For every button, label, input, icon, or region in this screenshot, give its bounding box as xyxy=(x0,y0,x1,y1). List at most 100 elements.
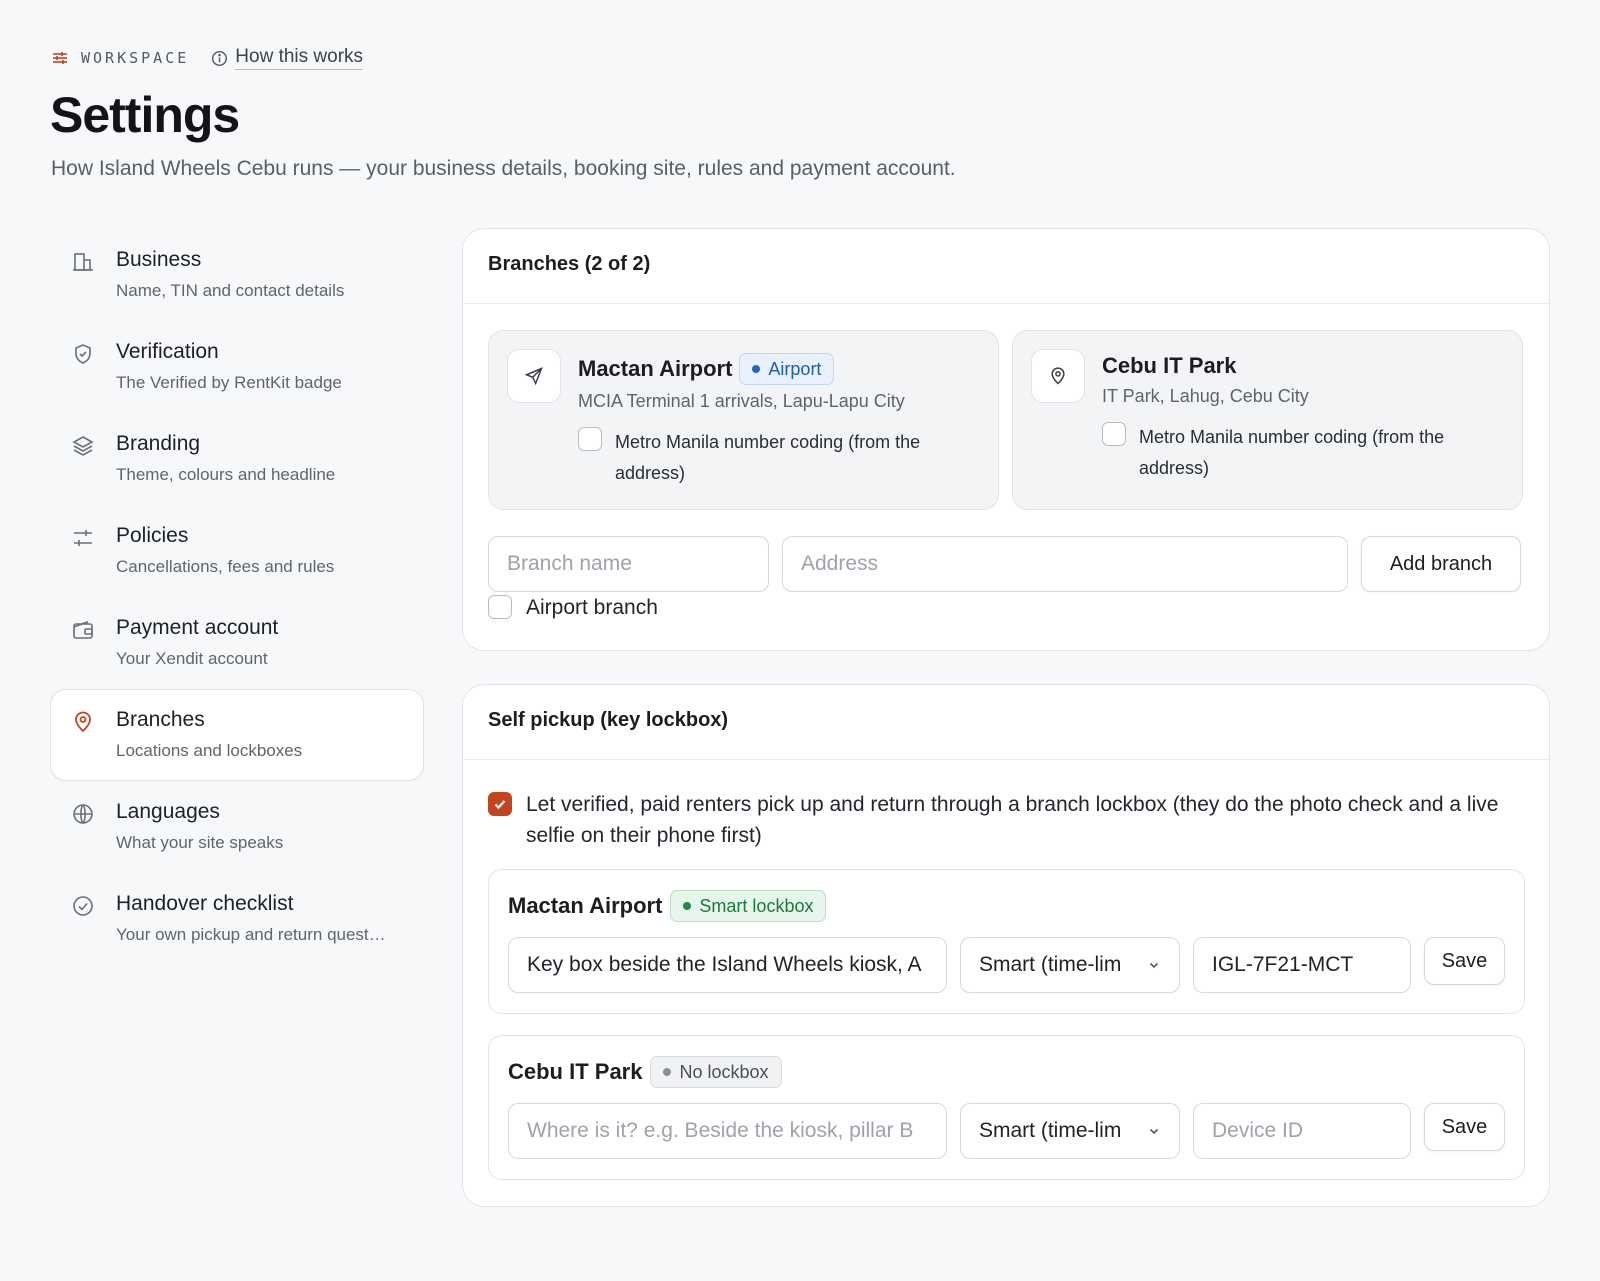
airport-branch-label: Airport branch xyxy=(526,596,658,619)
branches-heading: Branches (2 of 2) xyxy=(463,229,1549,304)
lockbox-type-value: Smart (time-lim xyxy=(979,1119,1122,1142)
sidebar-item-payment-account[interactable]: Payment account Your Xendit account xyxy=(50,597,424,689)
airport-badge: Airport xyxy=(739,353,835,385)
lockbox-branch-row: Cebu IT Park No lockbox xyxy=(508,1056,782,1088)
how-this-works-link[interactable]: How this works xyxy=(211,46,364,70)
badge-label: Smart lockbox xyxy=(699,895,814,916)
lockbox-branch-row: Mactan Airport Smart lockbox xyxy=(508,890,827,922)
lockbox-location-input[interactable]: Key box beside the Island Wheels kiosk, … xyxy=(508,937,947,993)
lockbox-branch-name: Cebu IT Park xyxy=(508,1059,643,1084)
chevron-down-icon xyxy=(1149,962,1159,969)
lockbox-status-badge: Smart lockbox xyxy=(670,890,827,922)
sidebar-item-title: Payment account xyxy=(116,616,279,639)
save-lockbox-button[interactable]: Save xyxy=(1424,1103,1505,1151)
branch-icon-box xyxy=(1031,349,1085,403)
add-branch-button[interactable]: Add branch xyxy=(1361,536,1521,592)
sidebar-item-desc: The Verified by RentKit badge xyxy=(116,373,342,392)
lockbox-type-select[interactable]: Smart (time-lim xyxy=(960,937,1180,993)
lockbox-type-value: Smart (time-lim xyxy=(979,953,1122,976)
lockbox-status-badge: No lockbox xyxy=(650,1056,782,1088)
branch-name-row: Mactan Airport Airport xyxy=(578,353,835,385)
lockbox-card-mactan-airport: Mactan Airport Smart lockbox Key box bes… xyxy=(488,869,1525,1014)
badge-dot xyxy=(683,902,692,910)
branch-address-input[interactable]: Address xyxy=(782,536,1348,592)
sidebar-item-desc: Theme, colours and headline xyxy=(116,465,336,484)
sidebar-item-desc: Cancellations, fees and rules xyxy=(116,557,335,576)
sidebar-item-title: Branches xyxy=(116,708,205,731)
page-subtitle: How Island Wheels Cebu runs — your busin… xyxy=(51,157,956,180)
lockbox-branch-name: Mactan Airport xyxy=(508,893,663,918)
badge-label: Airport xyxy=(768,358,822,379)
self-pickup-toggle[interactable]: Let verified, paid renters pick up and r… xyxy=(488,789,1528,851)
number-coding-checkbox[interactable] xyxy=(1102,422,1126,446)
lockbox-location-input[interactable]: Where is it? e.g. Beside the kiosk, pill… xyxy=(508,1103,947,1159)
sidebar-item-title: Languages xyxy=(116,800,220,823)
sidebar-item-desc: Locations and lockboxes xyxy=(116,741,303,760)
branch-icon-box xyxy=(507,349,561,403)
sidebar-item-desc: Name, TIN and contact details xyxy=(116,281,345,300)
map-pin-icon xyxy=(75,711,91,733)
sidebar-item-branding[interactable]: Branding Theme, colours and headline xyxy=(50,413,424,505)
sidebar-item-title: Policies xyxy=(116,524,189,547)
how-this-works-label: How this works xyxy=(235,46,364,70)
airport-branch-toggle[interactable]: Airport branch xyxy=(488,595,658,621)
sidebar-item-title: Verification xyxy=(116,340,219,363)
badge-dot xyxy=(663,1068,672,1076)
building-icon xyxy=(73,253,93,271)
lockbox-type-select[interactable]: Smart (time-lim xyxy=(960,1103,1180,1159)
wallet-icon xyxy=(73,620,93,639)
eyebrow-label: WORKSPACE xyxy=(81,49,190,67)
sidebar-item-desc: What your site speaks xyxy=(116,833,284,852)
sidebar-item-policies[interactable]: Policies Cancellations, fees and rules xyxy=(50,505,424,597)
sidebar-item-title: Handover checklist xyxy=(116,892,294,915)
check-circle-icon xyxy=(73,896,93,916)
badge-dot xyxy=(752,365,761,373)
number-coding-label: Metro Manila number coding (from the add… xyxy=(615,432,921,483)
airport-branch-checkbox[interactable] xyxy=(488,595,512,619)
sidebar-item-desc: Your Xendit account xyxy=(116,649,268,668)
globe-icon xyxy=(73,804,93,824)
badge-label: No lockbox xyxy=(679,1061,769,1082)
self-pickup-label: Let verified, paid renters pick up and r… xyxy=(526,793,1499,847)
lockbox-card-cebu-it-park: Cebu IT Park No lockbox Where is it? e.g… xyxy=(488,1035,1525,1180)
number-coding-toggle[interactable]: Metro Manila number coding (from the add… xyxy=(578,427,978,489)
workspace-eyebrow: WORKSPACE xyxy=(51,49,189,67)
save-lockbox-button[interactable]: Save xyxy=(1424,937,1505,985)
page-title: Settings xyxy=(50,87,240,143)
self-pickup-card: Self pickup (key lockbox) Let verified, … xyxy=(462,684,1550,1207)
sliders-icon xyxy=(53,52,67,64)
branch-address: MCIA Terminal 1 arrivals, Lapu-Lapu City xyxy=(578,391,905,411)
settings-sidebar: Business Name, TIN and contact details V… xyxy=(50,229,424,965)
branch-name-input[interactable]: Branch name xyxy=(488,536,769,592)
shield-check-icon xyxy=(75,344,91,364)
sidebar-item-branches[interactable]: Branches Locations and lockboxes xyxy=(50,689,424,781)
branch-address: IT Park, Lahug, Cebu City xyxy=(1102,386,1309,406)
layers-icon xyxy=(72,436,94,456)
number-coding-toggle[interactable]: Metro Manila number coding (from the add… xyxy=(1102,422,1502,484)
sidebar-item-languages[interactable]: Languages What your site speaks xyxy=(50,781,424,873)
branch-tile-mactan-airport: Mactan Airport Airport MCIA Terminal 1 a… xyxy=(488,330,999,510)
sidebar-item-business[interactable]: Business Name, TIN and contact details xyxy=(50,229,424,321)
sidebar-item-title: Business xyxy=(116,248,202,271)
sidebar-item-title: Branding xyxy=(116,432,201,455)
self-pickup-checkbox[interactable] xyxy=(488,792,512,816)
branch-tile-cebu-it-park: Cebu IT Park IT Park, Lahug, Cebu City M… xyxy=(1012,330,1523,510)
send-icon xyxy=(524,367,543,386)
lockbox-device-id-input[interactable]: IGL-7F21-MCT xyxy=(1193,937,1411,993)
self-pickup-heading: Self pickup (key lockbox) xyxy=(463,685,1549,760)
map-pin-icon xyxy=(1051,367,1065,385)
branch-name: Cebu IT Park xyxy=(1102,353,1237,378)
branch-name-row: Cebu IT Park xyxy=(1102,353,1236,379)
header-topline: WORKSPACE How this works xyxy=(51,46,364,70)
info-icon xyxy=(212,50,228,66)
sidebar-item-desc: Your own pickup and return quest… xyxy=(116,925,386,944)
branch-name: Mactan Airport xyxy=(578,356,733,381)
lockbox-device-id-input[interactable]: Device ID xyxy=(1193,1103,1411,1159)
sidebar-item-handover-checklist[interactable]: Handover checklist Your own pickup and r… xyxy=(50,873,424,965)
sliders-icon xyxy=(74,530,92,546)
number-coding-checkbox[interactable] xyxy=(578,427,602,451)
chevron-down-icon xyxy=(1149,1128,1159,1135)
sidebar-item-verification[interactable]: Verification The Verified by RentKit bad… xyxy=(50,321,424,413)
branches-card: Branches (2 of 2) Mactan Airport Airport… xyxy=(462,228,1550,651)
number-coding-label: Metro Manila number coding (from the add… xyxy=(1139,427,1445,478)
